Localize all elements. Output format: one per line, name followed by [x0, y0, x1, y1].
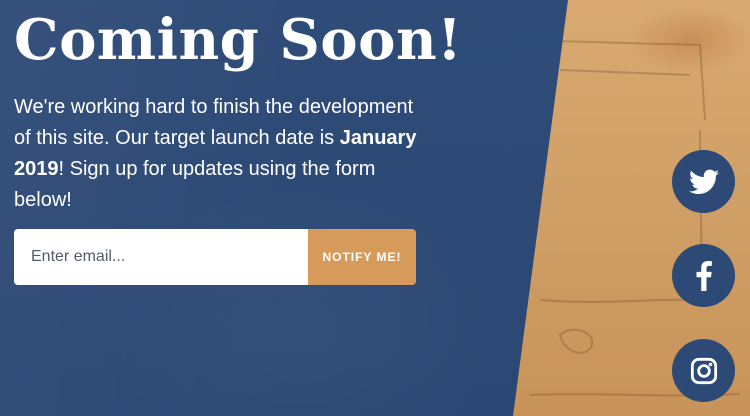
hero-content: Coming Soon! We're working hard to finis…: [14, 0, 463, 216]
notify-button[interactable]: NOTIFY ME!: [308, 229, 416, 285]
signup-form: NOTIFY ME!: [14, 229, 416, 285]
page-title: Coming Soon!: [14, 7, 463, 73]
hero-description: We're working hard to finish the develop…: [14, 92, 424, 216]
email-input[interactable]: [14, 229, 308, 285]
facebook-link[interactable]: [672, 244, 735, 307]
twitter-link[interactable]: [672, 150, 735, 213]
instagram-link[interactable]: [672, 339, 735, 402]
twitter-icon: [688, 169, 719, 194]
instagram-icon: [690, 357, 717, 384]
facebook-icon: [696, 260, 712, 291]
description-text-2: ! Sign up for updates using the form bel…: [14, 158, 376, 211]
